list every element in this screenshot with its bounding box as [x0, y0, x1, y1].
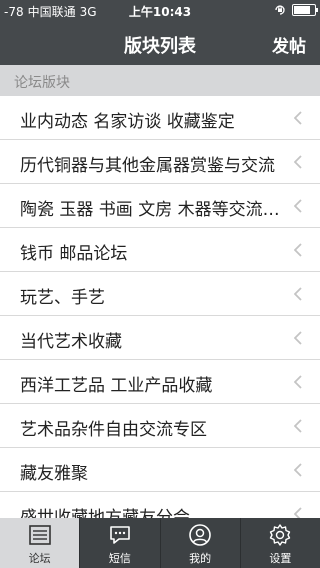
- chevron-left-icon: [294, 419, 302, 433]
- forum-item[interactable]: 艺术品杂件自由交流专区: [0, 404, 320, 448]
- forum-item[interactable]: 西洋工艺品 工业产品收藏: [0, 360, 320, 404]
- status-bar: -78 中国联通 3G 上午10:43: [0, 0, 320, 20]
- forum-item[interactable]: 藏友雅聚: [0, 448, 320, 492]
- section-header: 论坛版块: [0, 65, 320, 96]
- navigation-bar: 版块列表 发帖: [0, 20, 320, 65]
- forum-item-label: 盛世收藏地方藏友分会: [20, 508, 190, 518]
- tab-forum[interactable]: 论坛: [0, 518, 80, 568]
- battery-icon: [292, 4, 318, 16]
- message-icon: [110, 526, 130, 544]
- forum-list-icon: [28, 525, 51, 545]
- forum-item[interactable]: 玩艺、手艺: [0, 272, 320, 316]
- forum-item[interactable]: 当代艺术收藏: [0, 316, 320, 360]
- section-title: 论坛版块: [14, 75, 70, 91]
- tab-settings-label: 设置: [269, 552, 292, 565]
- status-right: [273, 3, 318, 17]
- forum-item[interactable]: 历代铜器与其他金属器赏鉴与交流: [0, 140, 320, 184]
- forum-item-label: 历代铜器与其他金属器赏鉴与交流: [20, 156, 275, 176]
- chevron-left-icon: [294, 331, 302, 345]
- status-time: 上午10:43: [128, 5, 192, 19]
- forum-item-label: 西洋工艺品 工业产品收藏: [20, 376, 213, 396]
- tab-settings[interactable]: 设置: [239, 518, 320, 568]
- settings-gear-icon: [270, 524, 291, 546]
- chevron-left-icon: [294, 507, 302, 518]
- chevron-left-icon: [294, 375, 302, 389]
- forum-item-label: 业内动态 名家访谈 收藏鉴定: [20, 112, 235, 132]
- forum-item-label: 当代艺术收藏: [20, 332, 122, 352]
- post-button[interactable]: 发帖: [272, 32, 306, 57]
- chevron-left-icon: [294, 155, 302, 169]
- tab-profile[interactable]: 我的: [159, 518, 240, 568]
- forum-list: 业内动态 名家访谈 收藏鉴定 历代铜器与其他金属器赏鉴与交流 陶瓷 玉器 书画 …: [0, 96, 320, 518]
- tab-bar: 论坛 短信 我的 设置: [0, 518, 320, 568]
- chevron-left-icon: [294, 287, 302, 301]
- battery-level: [294, 6, 310, 14]
- chevron-left-icon: [294, 111, 302, 125]
- profile-icon: [189, 524, 211, 546]
- chevron-left-icon: [294, 243, 302, 257]
- tab-messages[interactable]: 短信: [79, 518, 159, 568]
- rotation-lock-icon: [275, 5, 285, 15]
- chevron-left-icon: [294, 463, 302, 477]
- tab-messages-label: 短信: [108, 552, 131, 565]
- tab-profile-label: 我的: [189, 552, 212, 565]
- tab-forum-label: 论坛: [28, 552, 51, 565]
- chevron-left-icon: [294, 199, 302, 213]
- forum-item-label: 陶瓷 玉器 书画 文房 木器等交流…: [20, 200, 280, 220]
- forum-item-label: 艺术品杂件自由交流专区: [20, 420, 207, 440]
- forum-item-label: 钱币 邮品论坛: [20, 244, 128, 264]
- forum-item[interactable]: 钱币 邮品论坛: [0, 228, 320, 272]
- forum-item[interactable]: 业内动态 名家访谈 收藏鉴定: [0, 96, 320, 140]
- forum-item-label: 藏友雅聚: [20, 464, 88, 484]
- forum-item[interactable]: 陶瓷 玉器 书画 文房 木器等交流…: [0, 184, 320, 228]
- forum-item[interactable]: 盛世收藏地方藏友分会: [0, 492, 320, 518]
- forum-item-label: 玩艺、手艺: [20, 288, 105, 308]
